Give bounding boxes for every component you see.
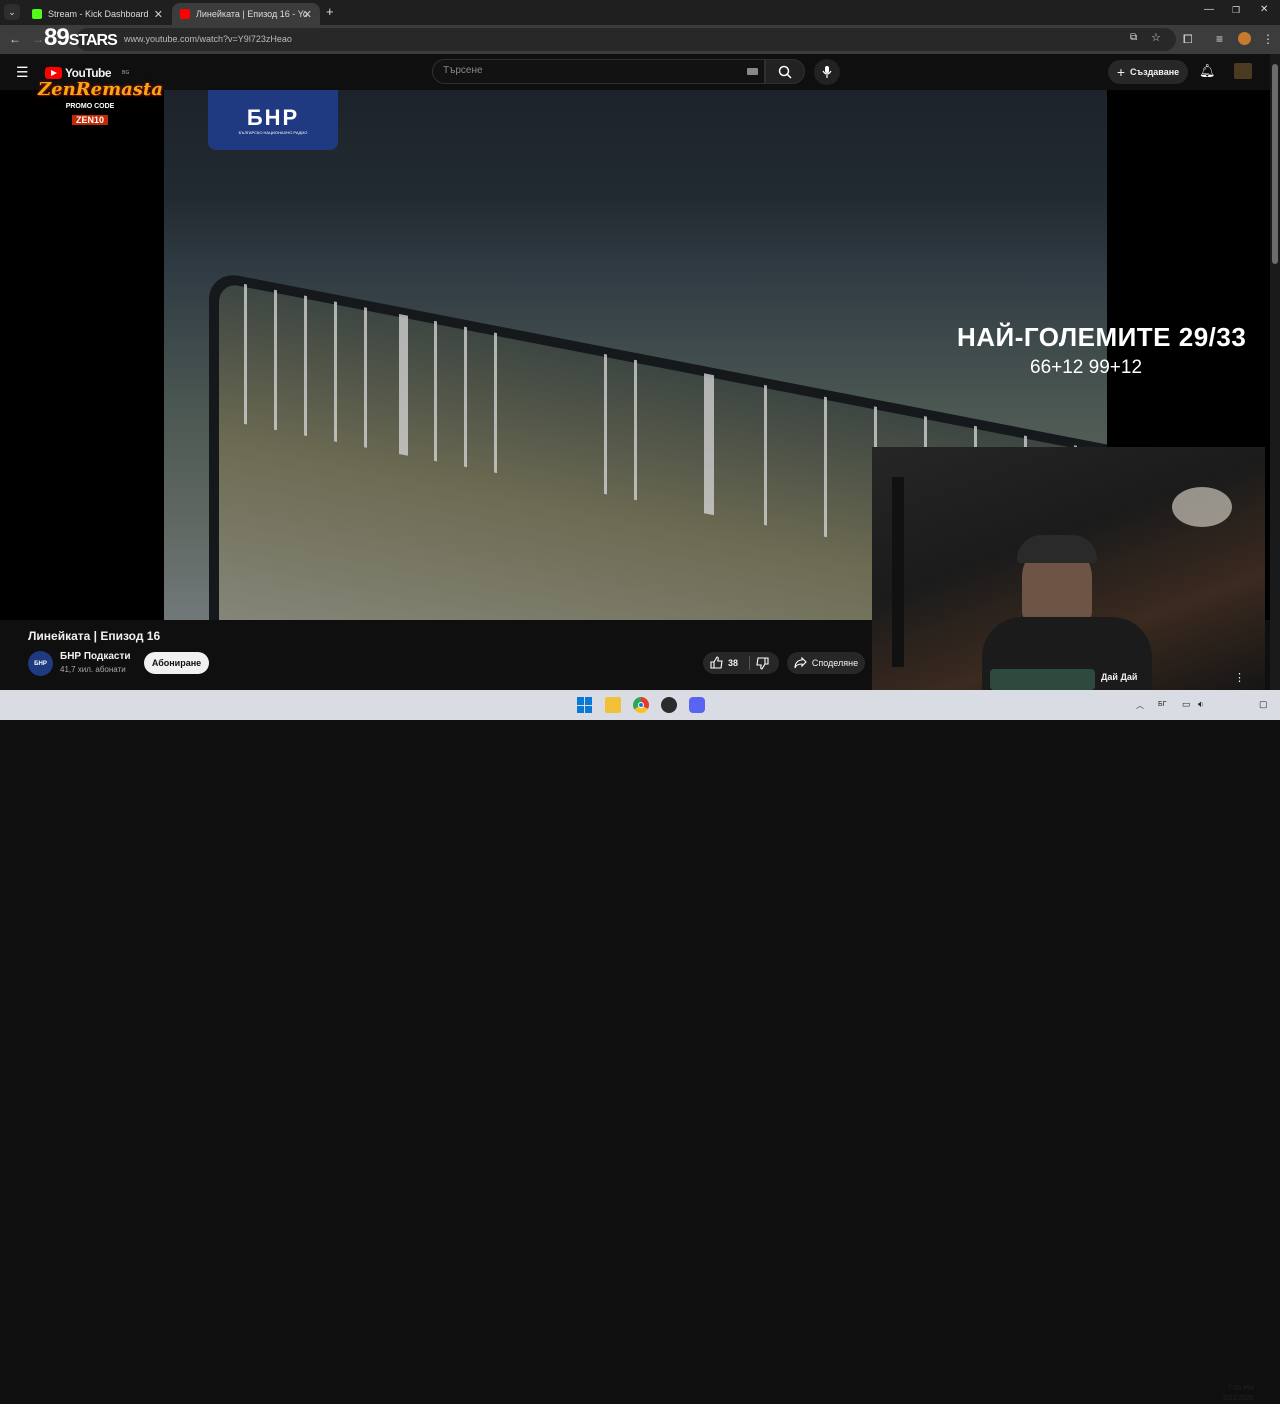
promo-label: PROMO CODE	[65, 103, 115, 110]
plus-icon: +	[1116, 64, 1126, 80]
network-icon[interactable]: ▭	[1182, 699, 1191, 710]
tab-title: Stream - Kick Dashboard	[48, 9, 149, 19]
bnr-logo-subtitle: БЪЛГАРСКО НАЦИОНАЛНО РАДИО	[238, 129, 308, 135]
like-dislike-group: 38	[703, 652, 779, 674]
cast-icon[interactable]: ⧉	[1130, 32, 1137, 43]
profile-avatar[interactable]	[1238, 32, 1251, 45]
obs-icon[interactable]	[661, 697, 677, 713]
search-button[interactable]	[765, 59, 805, 84]
bnr-channel-watermark: БНР БЪЛГАРСКО НАЦИОНАЛНО РАДИО	[208, 90, 338, 150]
tab-kick-dashboard[interactable]: Stream - Kick Dashboard ✕	[24, 3, 171, 25]
thumbs-down-icon	[756, 657, 769, 670]
close-window-button[interactable]: ✕	[1260, 4, 1268, 15]
search-input[interactable]: Търсене	[432, 59, 765, 84]
tray-chevron-icon[interactable]: ︿	[1136, 700, 1144, 711]
taskbar-clock[interactable]: 7:00 PM 3/22/2026	[1210, 1384, 1254, 1404]
share-button[interactable]: Споделяне	[787, 652, 865, 674]
related-thumbnail[interactable]	[990, 669, 1095, 690]
tab-title: Линейката | Епизод 16 - YouTube	[196, 9, 308, 19]
maximize-button[interactable]: ❐	[1232, 5, 1240, 16]
clock-date: 3/22/2026	[1222, 1395, 1254, 1402]
country-code: BG	[122, 70, 130, 76]
youtube-wordmark: YouTube	[65, 66, 112, 80]
url-text: www.youtube.com/watch?v=Y9l723zHeao	[124, 34, 292, 44]
overlay-counter-sub: 66+12 99+12	[1030, 357, 1143, 378]
tab-youtube-video[interactable]: Линейката | Епизод 16 - YouTube ✕	[172, 3, 320, 25]
bookmark-star-icon[interactable]: ☆	[1151, 31, 1161, 44]
page-scrollbar[interactable]	[1270, 54, 1280, 690]
file-explorer-icon[interactable]	[605, 697, 621, 713]
language-indicator[interactable]: БГ	[1158, 701, 1166, 708]
os-taskbar: ︿ БГ ▭ 🔉︎ 7:00 PM 3/22/2026 ▢	[0, 690, 1280, 1402]
channel-name[interactable]: БНР Подкасти	[60, 651, 131, 662]
notifications-icon[interactable]: ▢	[1259, 699, 1268, 710]
keyboard-icon[interactable]	[747, 68, 758, 75]
volume-icon[interactable]: 🔉︎	[1198, 699, 1204, 710]
kick-icon	[32, 9, 42, 19]
windows-start-icon[interactable]	[577, 697, 593, 713]
related-video-item[interactable]: Дай Дай ⋮	[990, 669, 1265, 690]
brand-word: STARS	[68, 32, 118, 49]
voice-search-button[interactable]	[814, 59, 840, 85]
scrollbar-thumb[interactable]	[1272, 64, 1278, 264]
forward-button[interactable]: →	[32, 32, 44, 46]
youtube-icon	[180, 9, 190, 19]
like-button[interactable]: 38	[710, 656, 738, 669]
webcam-shelf	[892, 477, 904, 667]
youtube-header: ☰ YouTube BG Търсене + Създаване 🔔︎	[0, 54, 1280, 90]
search-icon	[778, 65, 792, 79]
youtube-play-icon	[45, 67, 62, 79]
streamer-webcam	[872, 447, 1265, 690]
address-bar[interactable]: www.youtube.com/watch?v=Y9l723zHeao ⧉ ☆	[76, 28, 1176, 51]
subscriber-count: 41,7 хил. абонати	[60, 665, 126, 674]
thumbs-up-icon	[710, 656, 723, 669]
share-icon	[794, 657, 807, 669]
close-tab-icon[interactable]: ✕	[303, 8, 312, 21]
video-title: Линейката | Епизод 16	[28, 629, 161, 643]
overlay-89stars-logo: 89STARS	[44, 24, 118, 52]
related-more-icon[interactable]: ⋮	[1234, 671, 1245, 684]
new-tab-button[interactable]: +	[326, 4, 334, 19]
subscribe-button[interactable]: Абониране	[144, 652, 209, 674]
discord-icon[interactable]	[689, 697, 705, 713]
hamburger-menu-icon[interactable]: ☰	[16, 64, 29, 81]
dislike-button[interactable]	[756, 657, 769, 675]
webcam-cap	[1017, 535, 1097, 563]
notifications-bell-icon[interactable]: 🔔︎	[1199, 63, 1216, 79]
related-title[interactable]: Дай Дай	[1101, 672, 1137, 682]
share-label: Споделяне	[811, 658, 859, 668]
browser-toolbar: ← → www.youtube.com/watch?v=Y9l723zHeao …	[0, 25, 1280, 54]
webcam-light	[1172, 487, 1232, 527]
extensions-icon[interactable]: ⧠	[1183, 32, 1193, 47]
promo-title: ZenRemasta	[38, 79, 163, 100]
search-placeholder: Търсене	[443, 65, 483, 76]
bnr-logo-text: БНР	[246, 104, 300, 130]
browser-menu-icon[interactable]: ⋮	[1262, 32, 1274, 46]
overlay-counter-title: НАЙ-ГОЛЕМИТЕ 29/33	[957, 322, 1247, 352]
create-label: Създаване	[1130, 67, 1180, 77]
browser-tab-strip: ⌄ Stream - Kick Dashboard ✕ Линейката | …	[0, 0, 1280, 25]
divider	[749, 656, 750, 670]
create-button[interactable]: + Създаване	[1108, 60, 1188, 84]
overlay-promo-logo: ZenRemasta PROMO CODE ZEN10	[38, 79, 163, 128]
microphone-icon	[822, 66, 832, 78]
minimize-button[interactable]: —	[1204, 4, 1214, 15]
chrome-icon[interactable]	[633, 697, 649, 713]
brand-number: 89	[44, 24, 70, 51]
account-avatar[interactable]	[1234, 63, 1252, 79]
promo-code: ZEN10	[71, 115, 108, 125]
channel-avatar[interactable]: БНР	[28, 651, 53, 676]
clock-time: 7:00 PM	[1227, 1385, 1254, 1392]
like-count: 38	[728, 657, 739, 668]
close-tab-icon[interactable]: ✕	[154, 8, 163, 21]
media-control-icon[interactable]: ≡	[1216, 32, 1223, 46]
tab-search-button[interactable]: ⌄	[4, 4, 20, 20]
back-button[interactable]: ←	[9, 32, 21, 46]
youtube-logo[interactable]: YouTube BG	[45, 66, 129, 80]
